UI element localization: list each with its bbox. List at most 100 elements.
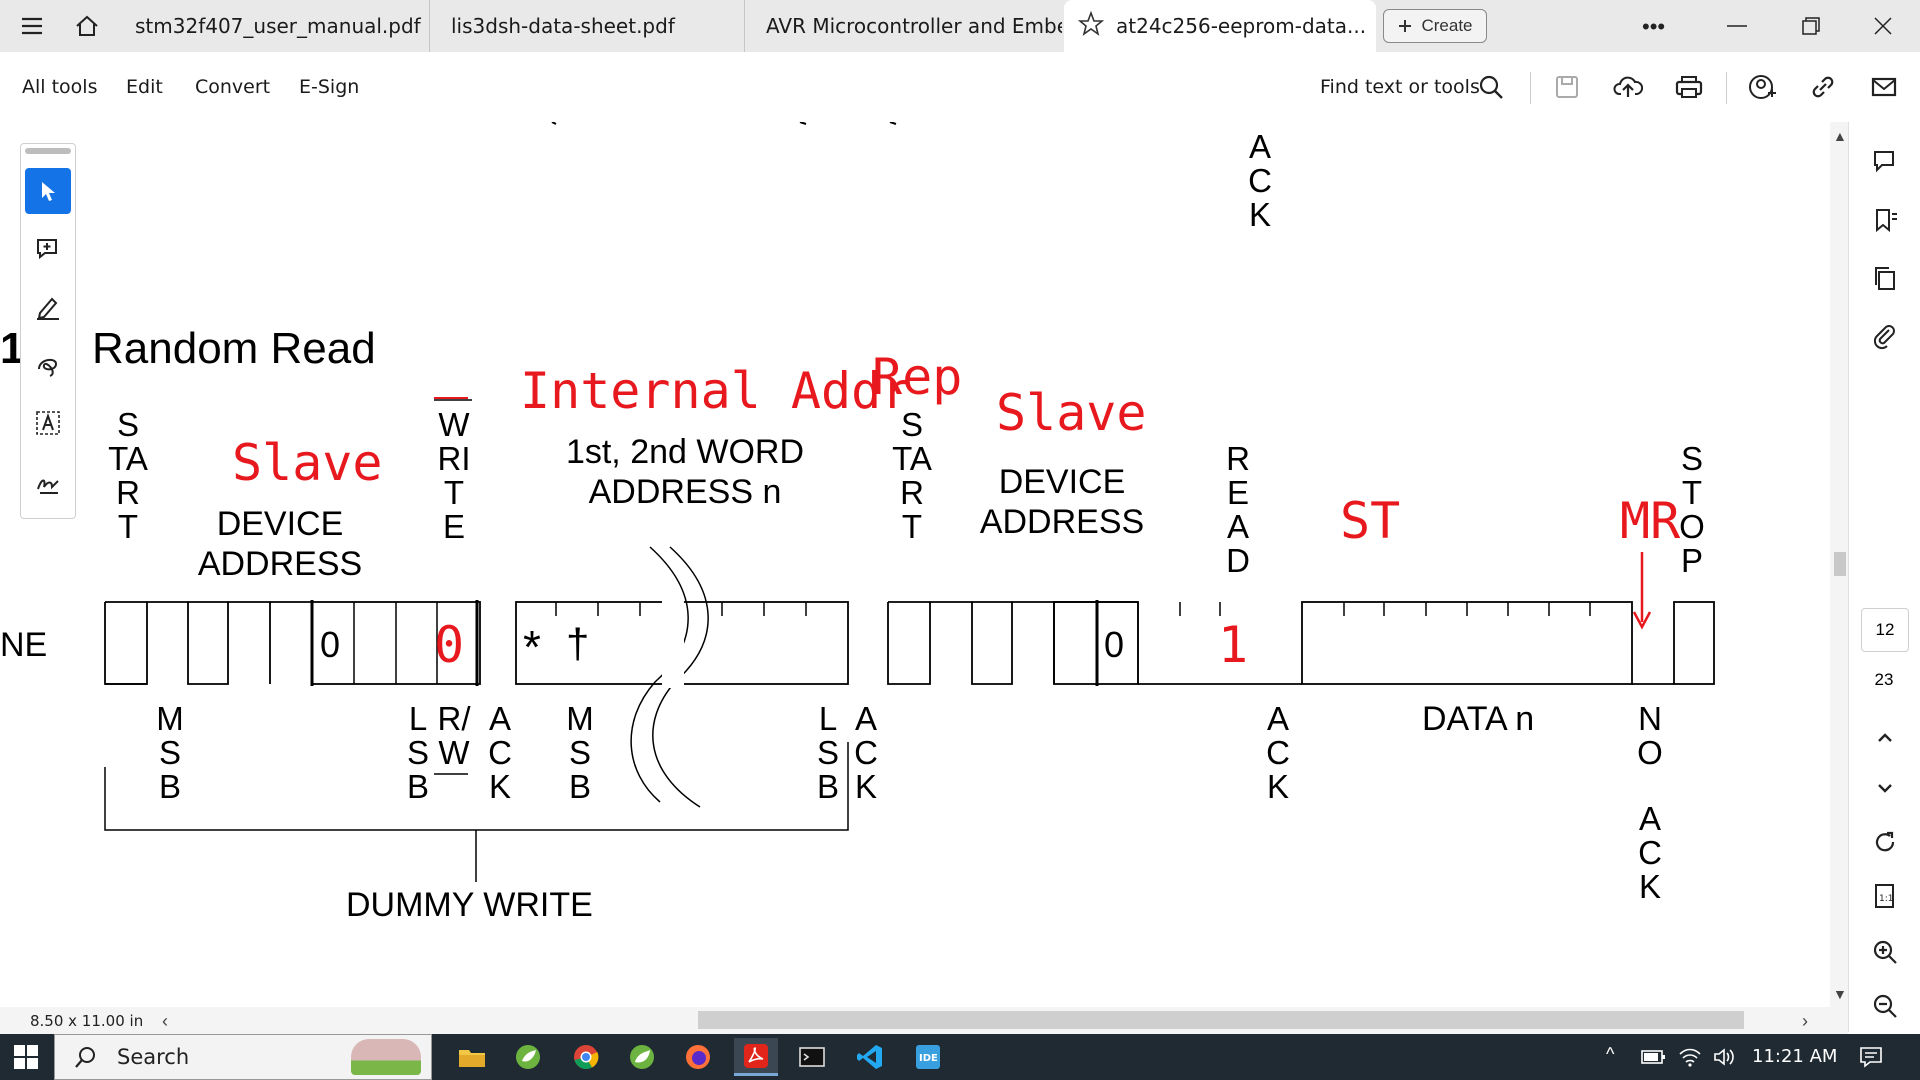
tab-lis3dsh[interactable]: lis3dsh-data-sheet.pdf bbox=[431, 0, 745, 52]
annotation-one: 1 bbox=[1218, 616, 1249, 674]
draw-tool[interactable] bbox=[25, 342, 71, 388]
more-options-icon[interactable]: ••• bbox=[1642, 14, 1678, 39]
close-window-icon[interactable] bbox=[1868, 12, 1898, 40]
signature-icon bbox=[37, 479, 59, 494]
select-tool[interactable] bbox=[25, 168, 71, 214]
tab-at24c256[interactable]: at24c256-eeprom-data... bbox=[1064, 0, 1376, 52]
no-ack-label: ACK bbox=[1638, 800, 1662, 905]
annotation-zero: 0 bbox=[434, 616, 465, 674]
spring-icon[interactable] bbox=[620, 1038, 664, 1076]
clock-time[interactable]: 11:21 AM bbox=[1752, 1046, 1837, 1067]
fit-page-icon[interactable]: 1:1 bbox=[1867, 878, 1903, 914]
quick-tools-panel bbox=[20, 143, 76, 519]
create-button[interactable]: Create bbox=[1383, 9, 1487, 43]
menu-icon[interactable] bbox=[18, 12, 46, 40]
acrobat-icon[interactable] bbox=[734, 1038, 778, 1076]
volume-icon[interactable] bbox=[1712, 1046, 1736, 1073]
start-label-1: START bbox=[108, 406, 148, 545]
comments-icon[interactable] bbox=[1867, 144, 1903, 180]
scroll-right-icon[interactable]: › bbox=[1802, 1011, 1808, 1032]
address-line: ADDRESS n bbox=[588, 473, 782, 511]
zoom-in-icon[interactable] bbox=[1867, 934, 1903, 970]
vertical-scrollbar[interactable]: ▲ ▼ bbox=[1830, 122, 1848, 1007]
current-page: 12 bbox=[1875, 620, 1895, 639]
device-line: DEVICE bbox=[998, 463, 1126, 501]
taskbar-search[interactable]: Search bbox=[54, 1034, 432, 1080]
cursor-icon bbox=[42, 182, 55, 201]
pdf-page: 1 Random Read ACK START DEVICE ADDRESS W… bbox=[0, 122, 1830, 1007]
previous-page-icon[interactable] bbox=[1867, 720, 1903, 756]
attachment-icon[interactable] bbox=[1867, 318, 1903, 354]
rotate-icon[interactable] bbox=[1867, 824, 1903, 860]
data-n-label: DATA n bbox=[1422, 700, 1535, 738]
vscode-icon[interactable] bbox=[848, 1038, 892, 1076]
word-address-label: 1st, 2nd WORD ADDRESS n bbox=[540, 432, 830, 512]
start-label-2: START bbox=[892, 406, 932, 545]
comment-add-icon bbox=[37, 239, 57, 260]
search-icon[interactable] bbox=[1474, 70, 1508, 104]
scroll-down-icon[interactable]: ▼ bbox=[1833, 986, 1847, 1002]
tab-avr[interactable]: AVR Microcontroller and Embe... bbox=[746, 0, 1062, 52]
total-pages: 23 bbox=[1874, 670, 1894, 689]
create-label: Create bbox=[1421, 16, 1473, 35]
dummy-write-label: DUMMY WRITE bbox=[346, 886, 593, 924]
upload-cloud-icon[interactable] bbox=[1611, 70, 1645, 104]
minimize-icon[interactable] bbox=[1722, 12, 1752, 40]
annotation-rep: Rep bbox=[872, 348, 963, 406]
home-icon[interactable] bbox=[72, 12, 102, 40]
zoom-out-icon[interactable] bbox=[1867, 988, 1903, 1024]
taskbar: Search IDE ^ 11:21 AM bbox=[0, 1034, 1920, 1080]
file-explorer-icon[interactable] bbox=[450, 1038, 494, 1076]
highlight-tool[interactable] bbox=[25, 284, 71, 330]
bit-zero-b: 0 bbox=[1104, 624, 1125, 665]
text-box-tool[interactable] bbox=[25, 400, 71, 446]
notifications-icon[interactable] bbox=[1858, 1044, 1884, 1075]
sign-tool[interactable] bbox=[25, 458, 71, 504]
device-address-label-2: DEVICE ADDRESS bbox=[970, 462, 1154, 542]
mail-icon[interactable] bbox=[1867, 70, 1901, 104]
battery-icon[interactable] bbox=[1640, 1046, 1666, 1073]
dagger-mark: † bbox=[566, 620, 590, 667]
menu-all-tools[interactable]: All tools bbox=[22, 76, 97, 98]
menu-esign[interactable]: E-Sign bbox=[299, 76, 359, 98]
firefox-icon[interactable] bbox=[676, 1038, 720, 1076]
text-box-icon bbox=[36, 411, 60, 435]
ide-icon[interactable]: IDE bbox=[906, 1038, 950, 1076]
lsb-label-1: LSB bbox=[406, 700, 429, 805]
chrome-icon[interactable] bbox=[564, 1038, 608, 1076]
pages-icon[interactable] bbox=[1867, 260, 1903, 296]
line-label: NE bbox=[0, 626, 48, 664]
save-icon[interactable] bbox=[1550, 70, 1584, 104]
page-number-box[interactable]: 12 bbox=[1861, 608, 1909, 652]
find-text-button[interactable]: Find text or tools bbox=[1320, 76, 1480, 98]
show-hidden-icons-icon[interactable]: ^ bbox=[1606, 1044, 1614, 1065]
wifi-icon[interactable] bbox=[1678, 1046, 1702, 1073]
panel-handle[interactable] bbox=[25, 148, 71, 154]
add-comment-tool[interactable] bbox=[25, 226, 71, 272]
tab-bar: stm32f407_user_manual.pdf lis3dsh-data-s… bbox=[0, 0, 1920, 52]
star-mark: * bbox=[523, 621, 541, 673]
next-page-icon[interactable] bbox=[1867, 770, 1903, 806]
tab-label: AVR Microcontroller and Embe... bbox=[766, 14, 1062, 38]
menu-edit[interactable]: Edit bbox=[126, 76, 163, 98]
menu-convert[interactable]: Convert bbox=[195, 76, 270, 98]
star-icon[interactable] bbox=[1077, 10, 1105, 42]
windows-start-icon[interactable] bbox=[4, 1038, 48, 1076]
horizontal-scroll-thumb[interactable] bbox=[698, 1011, 1744, 1029]
link-icon[interactable] bbox=[1806, 70, 1840, 104]
bookmarks-icon[interactable] bbox=[1867, 202, 1903, 238]
restore-icon[interactable] bbox=[1795, 12, 1825, 40]
scroll-left-icon[interactable]: ‹ bbox=[162, 1011, 168, 1032]
terminal-icon[interactable] bbox=[790, 1038, 834, 1076]
scroll-up-icon[interactable]: ▲ bbox=[1833, 128, 1847, 144]
app-leaf-icon[interactable] bbox=[506, 1038, 550, 1076]
print-icon[interactable] bbox=[1672, 70, 1706, 104]
top-ack-label: ACK bbox=[1248, 128, 1272, 233]
annotation-slave-1: Slave bbox=[232, 434, 383, 492]
tab-stm32f407[interactable]: stm32f407_user_manual.pdf bbox=[120, 0, 430, 52]
share-user-icon[interactable] bbox=[1745, 70, 1779, 104]
device-line: DEVICE bbox=[216, 505, 344, 543]
scroll-thumb[interactable] bbox=[1834, 552, 1846, 576]
toolbar: All tools Edit Convert E-Sign Find text … bbox=[0, 52, 1920, 123]
ack-label-1: ACK bbox=[488, 700, 512, 805]
